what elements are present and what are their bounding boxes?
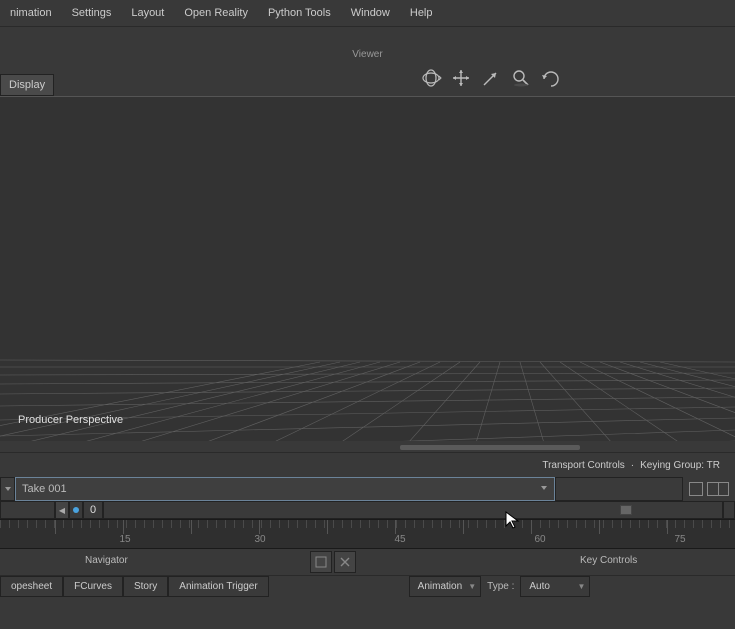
ctrl-blank (0, 501, 55, 519)
record-indicator-icon[interactable] (69, 501, 83, 519)
bottom-panel-header: Navigator Key Controls (0, 549, 735, 575)
scroll-thumb[interactable] (400, 445, 580, 450)
ruler-label: 15 (119, 534, 130, 545)
pan-icon[interactable] (450, 67, 472, 89)
close-icon[interactable] (334, 551, 356, 573)
animation-dropdown-label: Animation (418, 581, 462, 592)
viewport-scroll[interactable] (0, 441, 735, 453)
menu-item-help[interactable]: Help (400, 2, 443, 24)
chevron-down-icon (540, 483, 548, 495)
viewer-toolbar: Viewer Display (0, 27, 735, 97)
tab-fcurves[interactable]: FCurves (63, 576, 123, 597)
current-frame[interactable]: 0 (83, 501, 103, 519)
type-label: Type : (481, 576, 520, 597)
menu-item-settings[interactable]: Settings (62, 2, 122, 24)
ruler-label: 60 (534, 534, 545, 545)
step-back-icon[interactable]: ◀ (55, 501, 69, 519)
menu-item-python-tools[interactable]: Python Tools (258, 2, 341, 24)
ruler-label: 30 (254, 534, 265, 545)
take-name: Take 001 (22, 483, 67, 495)
separator-dot: · (631, 460, 634, 471)
undo-view-icon[interactable] (540, 67, 562, 89)
camera-label: Producer Perspective (18, 414, 123, 426)
menu-item-open-reality[interactable]: Open Reality (174, 2, 258, 24)
type-dropdown[interactable]: Auto ▼ (520, 576, 590, 597)
take-menu-icon[interactable] (0, 477, 15, 501)
chevron-down-icon: ▼ (577, 582, 585, 591)
tab-story[interactable]: Story (123, 576, 168, 597)
navigator-title: Navigator (85, 555, 128, 566)
take-spacer (555, 477, 683, 501)
take-row: Take 001 (0, 477, 735, 501)
maximize-icon[interactable] (310, 551, 332, 573)
display-button[interactable]: Display (0, 74, 54, 96)
transport-title: Transport Controls (542, 460, 624, 471)
key-controls-title: Key Controls (580, 555, 637, 566)
layout-split-icon[interactable] (707, 482, 729, 496)
ruler-label: 45 (394, 534, 405, 545)
ruler-label: 75 (674, 534, 685, 545)
timeline-ruler[interactable]: 15 30 45 60 75 (0, 519, 735, 549)
dolly-icon[interactable] (480, 67, 502, 89)
zoom-icon[interactable] (510, 67, 532, 89)
timeline-controls: ◀ 0 (0, 501, 735, 519)
menu-item-animation[interactable]: nimation (0, 2, 62, 24)
orbit-icon[interactable] (420, 67, 442, 89)
menu-item-window[interactable]: Window (341, 2, 400, 24)
tab-dopesheet[interactable]: opesheet (0, 576, 63, 597)
viewer-label: Viewer (352, 49, 382, 60)
menu-item-layout[interactable]: Layout (121, 2, 174, 24)
ctrl-endcap (723, 501, 735, 519)
transport-header: Transport Controls · Keying Group: TR (0, 453, 735, 477)
bottom-row: opesheet FCurves Story Animation Trigger… (0, 575, 735, 597)
take-select[interactable]: Take 001 (15, 477, 555, 501)
type-dropdown-value: Auto (529, 581, 550, 592)
keying-group-label: Keying Group: TR (640, 460, 720, 471)
chevron-down-icon: ▼ (468, 582, 476, 591)
layout-single-icon[interactable] (689, 482, 703, 496)
viewport-3d[interactable]: Producer Perspective (0, 97, 735, 441)
tab-animation-trigger[interactable]: Animation Trigger (168, 576, 268, 597)
menu-bar: nimation Settings Layout Open Reality Py… (0, 0, 735, 27)
animation-dropdown[interactable]: Animation ▼ (409, 576, 481, 597)
timeline-end-marker[interactable] (620, 505, 632, 515)
timeline-track[interactable] (103, 501, 723, 519)
